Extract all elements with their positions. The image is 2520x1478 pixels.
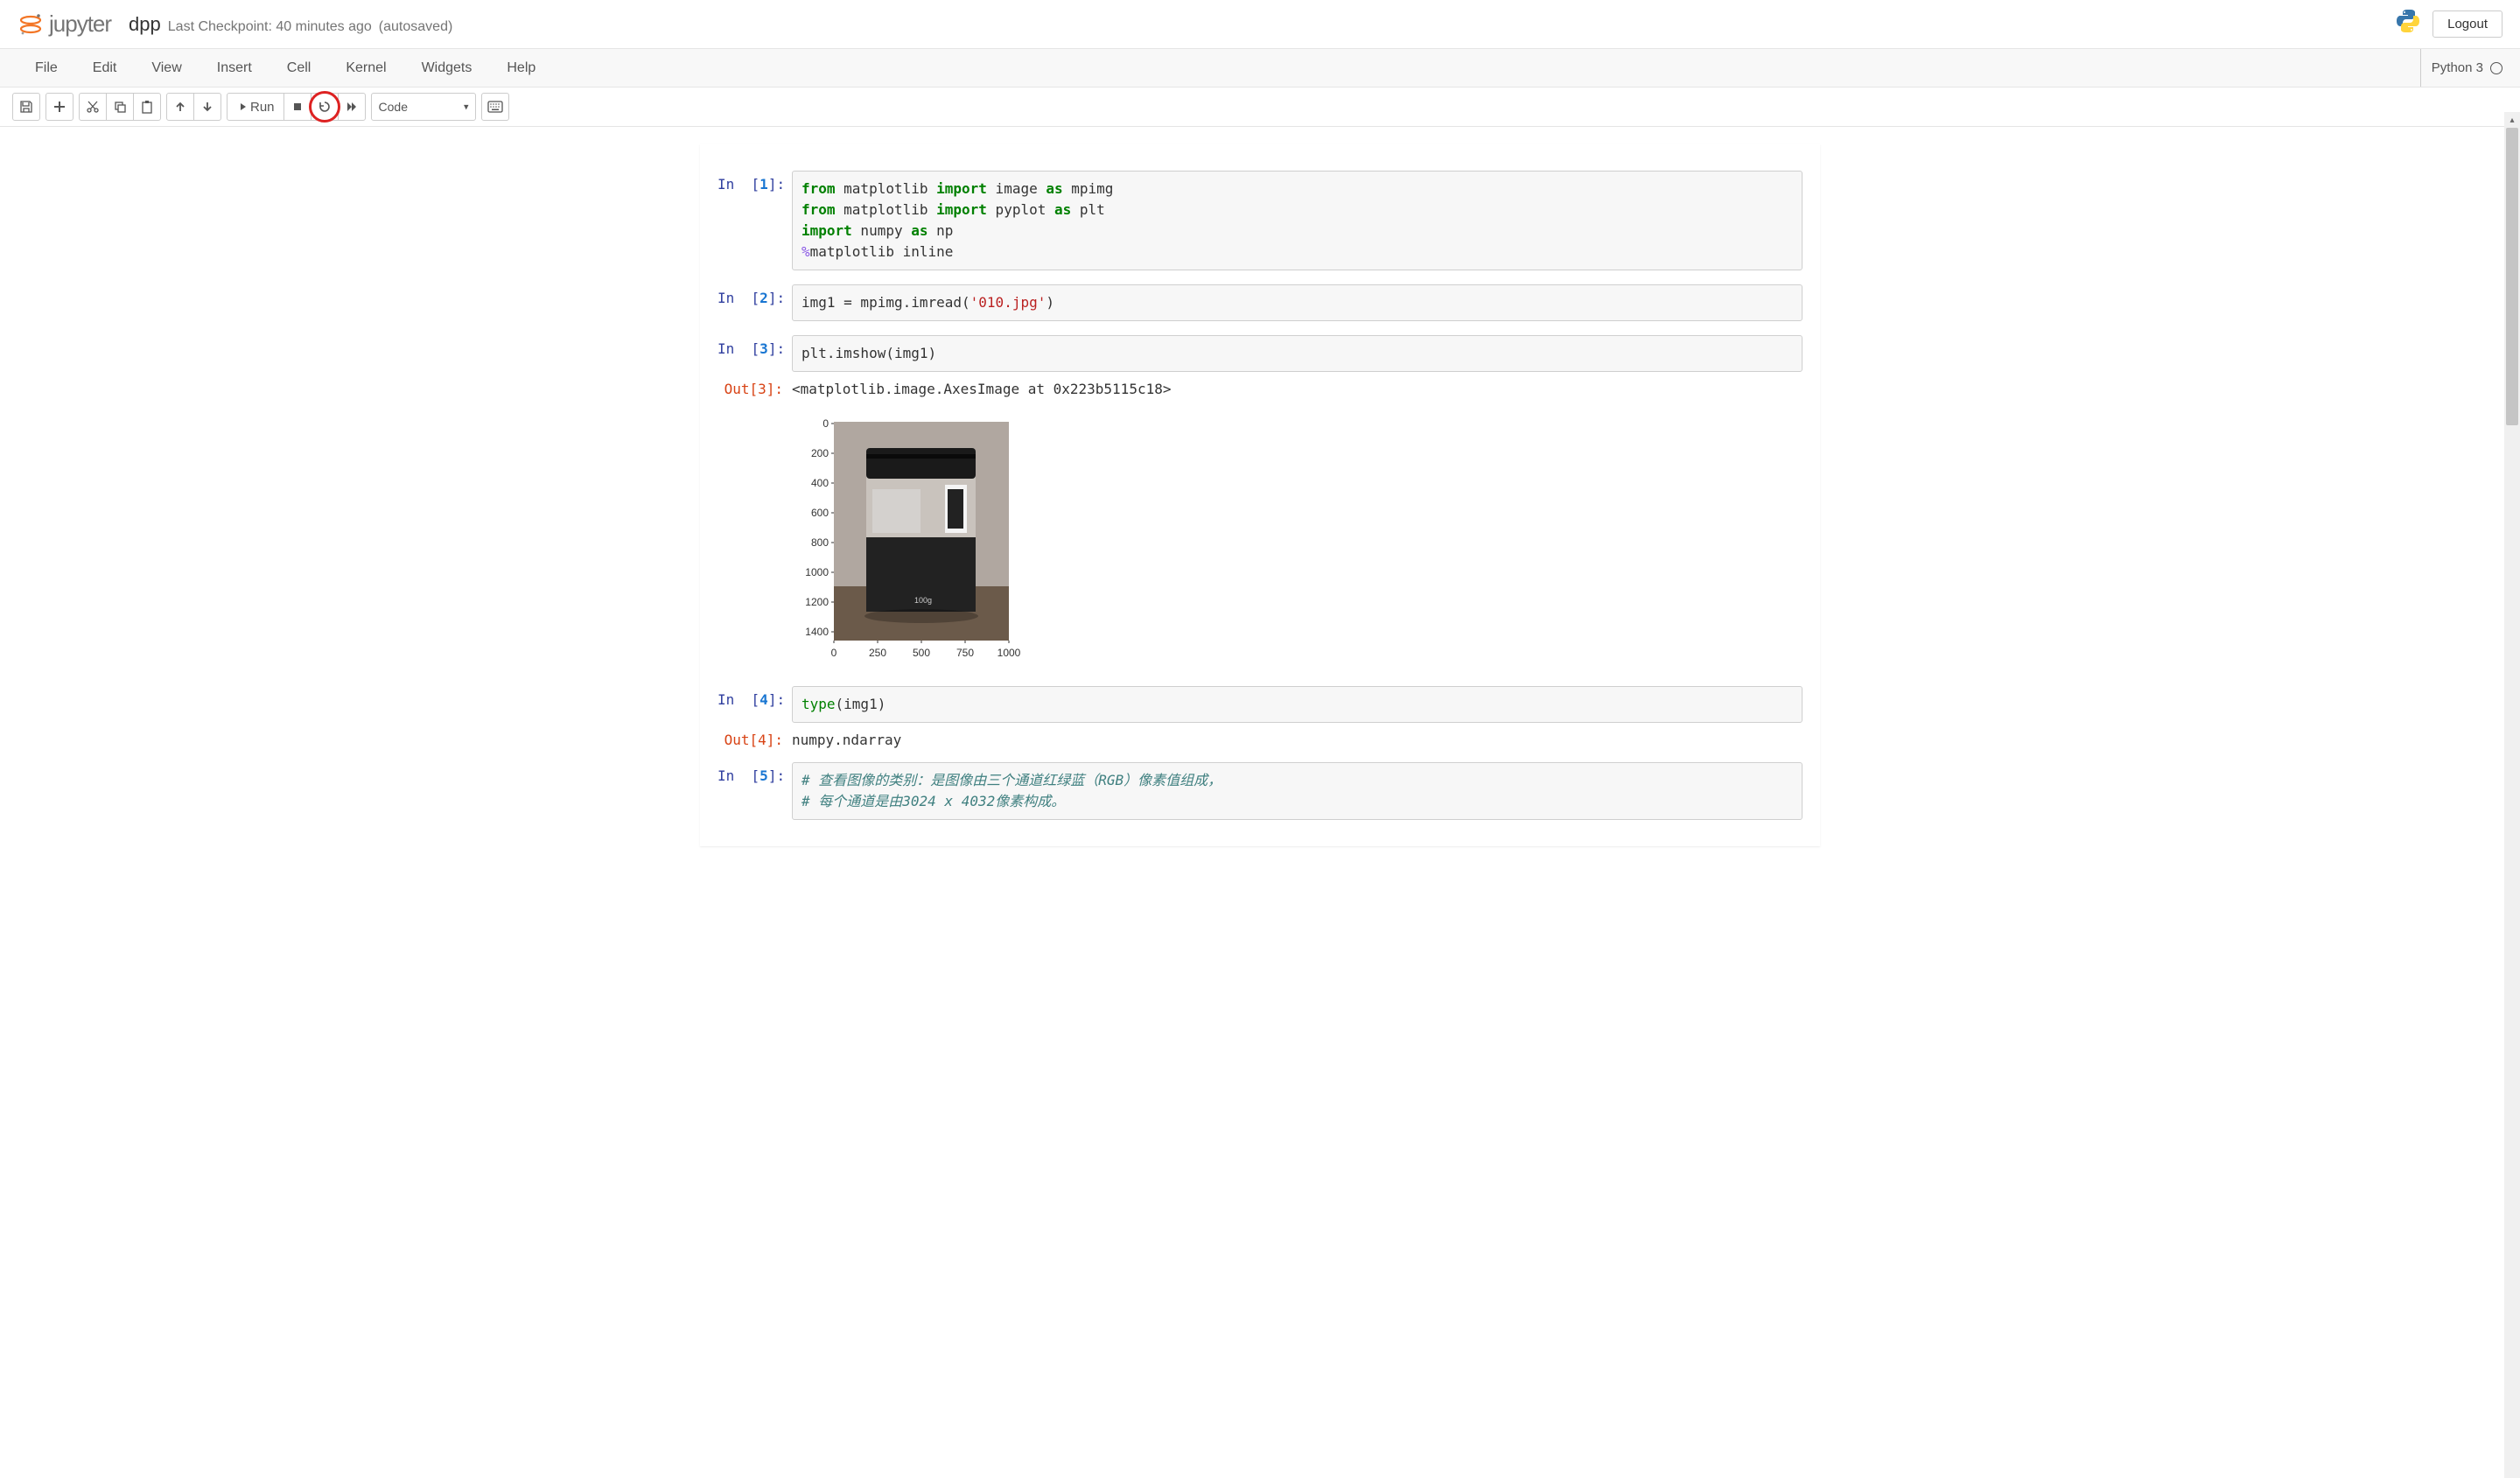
jar-label: 100g [914,596,932,605]
output-text: <matplotlib.image.AxesImage at 0x223b511… [792,375,1802,397]
out-prompt: Out[4]: [718,726,792,748]
restart-icon [318,100,332,114]
ytick: 0 [822,417,829,430]
header: jupyter dpp Last Checkpoint: 40 minutes … [0,0,2520,49]
xtick: 500 [913,647,930,659]
move-up-button[interactable] [166,93,194,121]
run-icon [236,102,247,112]
in-prompt: In [1]: [718,171,792,270]
kernel-indicator[interactable]: Python 3 [2420,49,2502,87]
run-group: Run [227,93,366,121]
paste-button[interactable] [133,93,161,121]
restart-button[interactable] [311,93,339,121]
keyboard-icon [487,101,503,113]
interrupt-button[interactable] [284,93,312,121]
menu-cell[interactable]: Cell [270,50,329,87]
ytick: 600 [811,507,829,519]
ytick: 200 [811,447,829,459]
cut-icon [86,100,100,114]
xtick: 250 [869,647,886,659]
restart-run-all-button[interactable] [338,93,366,121]
run-label: Run [250,100,275,115]
jupyter-logo[interactable]: jupyter [18,11,111,38]
save-icon [19,100,33,114]
run-button[interactable]: Run [227,93,284,121]
jupyter-icon [18,11,44,38]
arrow-up-icon [174,101,186,113]
ytick: 400 [811,477,829,489]
checkpoint-status: Last Checkpoint: 40 minutes ago [168,19,372,35]
code-input[interactable]: # 查看图像的类别：是图像由三个通道红绿蓝（RGB）像素值组成， # 每个通道是… [792,762,1802,820]
scrollbar[interactable]: ▴ [2504,112,2520,1478]
menu-insert[interactable]: Insert [200,50,270,87]
code-cell[interactable]: In [2]: img1 = mpimg.imread('010.jpg') [718,284,1802,321]
output-text: numpy.ndarray [792,726,1802,748]
code-input[interactable]: type(img1) [792,686,1802,723]
ytick: 800 [811,536,829,549]
scrollbar-up-icon[interactable]: ▴ [2504,112,2520,128]
notebook-name[interactable]: dpp [129,13,161,36]
in-prompt: In [3]: [718,335,792,372]
edit-group [79,93,161,121]
menu-kernel[interactable]: Kernel [328,50,403,87]
plus-icon [53,101,66,113]
kernel-status-icon [2490,62,2502,74]
ytick: 1400 [805,626,829,638]
stop-icon [292,102,303,112]
cell-type-select[interactable]: Code [371,93,476,121]
paste-icon [140,100,154,114]
in-prompt: In [4]: [718,686,792,723]
move-down-button[interactable] [193,93,221,121]
menu-edit[interactable]: Edit [75,50,135,87]
code-cell[interactable]: In [5]: # 查看图像的类别：是图像由三个通道红绿蓝（RGB）像素值组成，… [718,762,1802,820]
python-icon [2394,7,2422,41]
plot-output: 0 200 400 600 800 1000 1200 1400 [792,397,1802,669]
copy-button[interactable] [106,93,134,121]
arrow-down-icon [201,101,214,113]
logout-button[interactable]: Logout [2432,11,2502,38]
code-cell[interactable]: In [4]: type(img1) [718,686,1802,723]
code-input[interactable]: img1 = mpimg.imread('010.jpg') [792,284,1802,321]
code-input[interactable]: from matplotlib import image as mpimg fr… [792,171,1802,270]
move-group [166,93,221,121]
xtick: 0 [831,647,837,659]
code-input[interactable]: plt.imshow(img1) [792,335,1802,372]
command-palette-button[interactable] [481,93,509,121]
notebook: In [1]: from matplotlib import image as … [700,144,1820,846]
kernel-name: Python 3 [2432,60,2483,75]
menu-help[interactable]: Help [489,50,553,87]
scrollbar-thumb[interactable] [2506,128,2518,425]
in-prompt: In [2]: [718,284,792,321]
xtick: 750 [956,647,974,659]
xtick: 1000 [998,647,1021,659]
in-prompt: In [5]: [718,762,792,820]
menubar: File Edit View Insert Cell Kernel Widget… [0,49,2520,88]
menu-view[interactable]: View [134,50,199,87]
add-cell-button[interactable] [46,93,74,121]
ytick: 1000 [805,566,829,578]
copy-icon [113,100,127,114]
code-cell[interactable]: In [3]: plt.imshow(img1) [718,335,1802,372]
out-prompt: Out[3]: [718,375,792,669]
notebook-container: In [1]: from matplotlib import image as … [0,127,2520,864]
header-right: Logout [2394,7,2502,41]
ytick: 1200 [805,596,829,608]
menu-file[interactable]: File [18,50,75,87]
save-button[interactable] [12,93,40,121]
cut-button[interactable] [79,93,107,121]
title-area: dpp Last Checkpoint: 40 minutes ago (aut… [129,13,2394,36]
code-cell[interactable]: In [1]: from matplotlib import image as … [718,171,1802,270]
output-cell: Out[3]: <matplotlib.image.AxesImage at 0… [718,375,1802,669]
output-cell: Out[4]: numpy.ndarray [718,726,1802,748]
toolbar: Run Code [0,88,2520,127]
jupyter-logo-text: jupyter [49,11,111,38]
menu-widgets[interactable]: Widgets [404,50,490,87]
fast-forward-icon [346,101,358,113]
autosave-status: (autosaved) [379,19,453,35]
